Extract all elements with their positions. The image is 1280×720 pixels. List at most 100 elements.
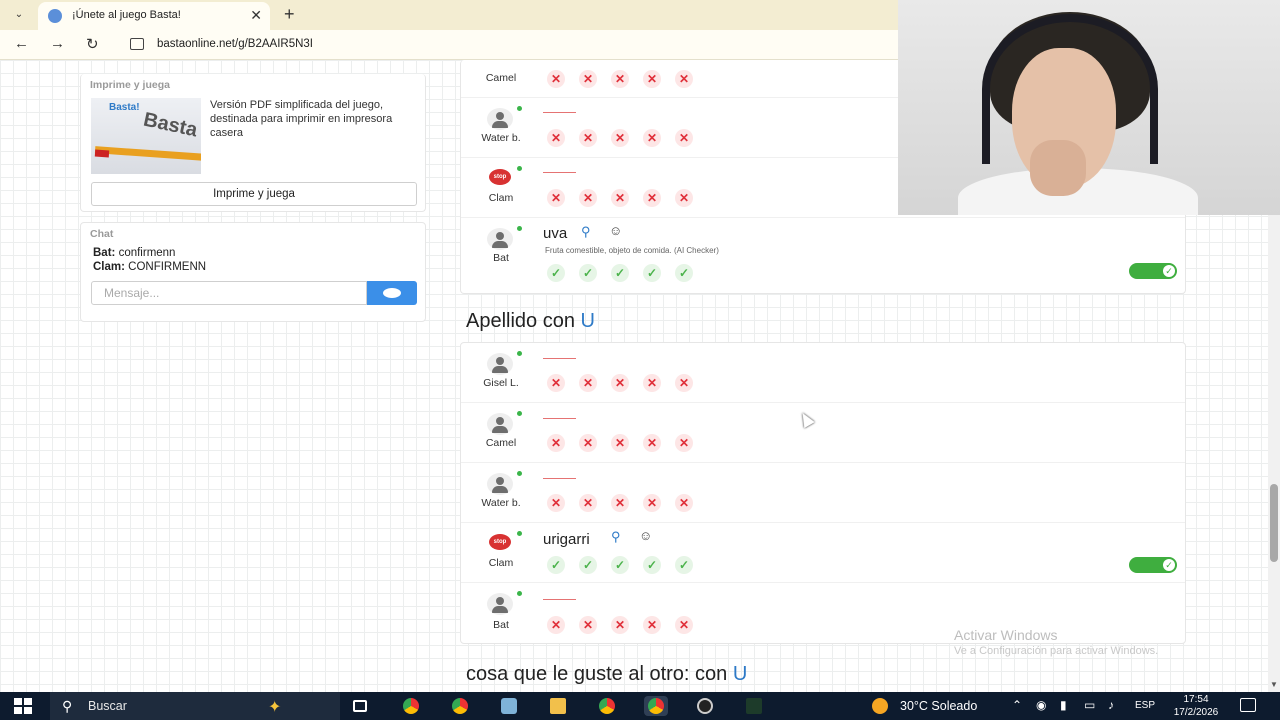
invalid-x-icon[interactable]: ✕ [643,189,661,207]
clock-time[interactable]: 17:54 [1168,694,1224,705]
invalid-x-icon[interactable]: ✕ [547,434,565,452]
scrollbar-thumb[interactable] [1270,484,1278,562]
invalid-x-icon[interactable]: ✕ [611,129,629,147]
invalid-x-icon[interactable]: ✕ [611,189,629,207]
reload-icon[interactable]: ↻ [86,35,99,53]
valid-check-icon[interactable]: ✓ [643,556,661,574]
invalid-x-icon[interactable]: ✕ [643,129,661,147]
search-icon[interactable]: ⚲ [611,529,621,545]
recorder-icon[interactable] [693,696,717,716]
emoji-react-icon[interactable]: ☺ [609,223,622,238]
tab-title: ¡Únete al juego Basta! [72,9,181,21]
invalid-x-icon[interactable]: ✕ [579,434,597,452]
valid-check-icon[interactable]: ✓ [675,264,693,282]
valid-toggle[interactable]: ✓ [1129,263,1177,279]
valid-check-icon[interactable]: ✓ [643,264,661,282]
browser-tab-active[interactable]: ¡Únete al juego Basta! ✕ [38,2,270,30]
print-and-play-button[interactable]: Imprime y juega [91,182,417,206]
browser-tab-bar: ⌄ ¡Únete al juego Basta! ✕ + [0,0,898,30]
media-icon[interactable]: ◉ [1036,698,1046,712]
empty-answer [543,358,576,359]
invalid-x-icon[interactable]: ✕ [547,494,565,512]
invalid-x-icon[interactable]: ✕ [675,129,693,147]
player-row: stop Clam urigarri ⚲ ☺ ✓ ✓ ✓ ✓ ✓ ✓ [461,523,1185,583]
player-name: Bat [493,619,509,631]
tray-chevron-icon[interactable]: ⌃ [1012,698,1022,712]
file-explorer-icon[interactable] [546,696,570,716]
task-view-icon[interactable] [348,696,372,716]
search-icon[interactable]: ⚲ [581,224,591,240]
url-field[interactable]: bastaonline.net/g/B2AAIR5N3I [157,38,313,50]
scroll-down-arrow-icon[interactable]: ▼ [1270,680,1278,689]
invalid-x-icon[interactable]: ✕ [547,189,565,207]
invalid-x-icon[interactable]: ✕ [643,616,661,634]
terminal-icon[interactable] [742,696,766,716]
new-tab-button[interactable]: + [284,4,295,25]
invalid-x-icon[interactable]: ✕ [675,189,693,207]
tab-close-icon[interactable]: ✕ [250,7,262,24]
notes-app-icon[interactable] [497,696,521,716]
volume-icon[interactable]: ♪ [1108,698,1114,712]
chat-message: Bat: confirmenn [93,247,175,259]
category-letter: U [732,663,748,685]
weather-status[interactable]: 30°C Soleado [900,699,977,713]
valid-toggle[interactable]: ✓ [1129,557,1177,573]
valid-check-icon[interactable]: ✓ [611,556,629,574]
invalid-x-icon[interactable]: ✕ [611,434,629,452]
invalid-x-icon[interactable]: ✕ [579,616,597,634]
emoji-react-icon[interactable]: ☺ [639,528,652,543]
player-row: Gisel L. ✕ ✕ ✕ ✕ ✕ [461,343,1185,403]
valid-check-icon[interactable]: ✓ [547,264,565,282]
network-icon[interactable]: ▭ [1084,698,1095,712]
chat-send-button[interactable] [367,281,417,305]
notification-icon[interactable] [1240,698,1256,712]
forward-arrow-icon[interactable]: → [50,35,65,52]
invalid-x-icon[interactable]: ✕ [547,374,565,392]
webcam-hand [1030,140,1086,196]
invalid-x-icon[interactable]: ✕ [643,434,661,452]
tab-search-chevron-icon[interactable]: ⌄ [10,7,28,23]
search-highlight-icon: ✦ [268,699,282,716]
taskbar-search[interactable]: ⚲ Buscar ✦ [50,692,340,720]
microphone-icon[interactable]: ▮ [1060,698,1067,712]
invalid-x-icon[interactable]: ✕ [643,374,661,392]
valid-check-icon[interactable]: ✓ [547,556,565,574]
invalid-x-icon[interactable]: ✕ [611,616,629,634]
chat-message-input[interactable]: Mensaje... [91,281,367,305]
valid-check-icon[interactable]: ✓ [675,556,693,574]
invalid-x-icon[interactable]: ✕ [611,70,629,88]
sun-weather-icon[interactable] [872,698,888,714]
site-info-icon[interactable] [130,38,144,50]
empty-answer [543,478,576,479]
empty-answer [543,599,576,600]
windows-start-icon[interactable] [14,698,32,714]
valid-check-icon[interactable]: ✓ [579,556,597,574]
invalid-x-icon[interactable]: ✕ [579,374,597,392]
invalid-x-icon[interactable]: ✕ [547,129,565,147]
valid-check-icon[interactable]: ✓ [579,264,597,282]
chrome-icon-active[interactable] [644,696,668,716]
invalid-x-icon[interactable]: ✕ [675,494,693,512]
invalid-x-icon[interactable]: ✕ [547,70,565,88]
invalid-x-icon[interactable]: ✕ [675,434,693,452]
invalid-x-icon[interactable]: ✕ [579,494,597,512]
player-name: Clam [488,557,514,569]
invalid-x-icon[interactable]: ✕ [675,70,693,88]
invalid-x-icon[interactable]: ✕ [579,189,597,207]
invalid-x-icon[interactable]: ✕ [675,374,693,392]
language-indicator[interactable]: ESP [1135,700,1155,711]
back-arrow-icon[interactable]: ← [14,35,29,52]
invalid-x-icon[interactable]: ✕ [611,494,629,512]
invalid-x-icon[interactable]: ✕ [547,616,565,634]
invalid-x-icon[interactable]: ✕ [611,374,629,392]
valid-check-icon[interactable]: ✓ [611,264,629,282]
invalid-x-icon[interactable]: ✕ [579,70,597,88]
chrome-icon[interactable] [399,696,423,716]
invalid-x-icon[interactable]: ✕ [643,494,661,512]
invalid-x-icon[interactable]: ✕ [643,70,661,88]
invalid-x-icon[interactable]: ✕ [675,616,693,634]
clock-date[interactable]: 17/2/2026 [1168,707,1224,718]
invalid-x-icon[interactable]: ✕ [579,129,597,147]
chrome-icon[interactable] [448,696,472,716]
chrome-icon[interactable] [595,696,619,716]
